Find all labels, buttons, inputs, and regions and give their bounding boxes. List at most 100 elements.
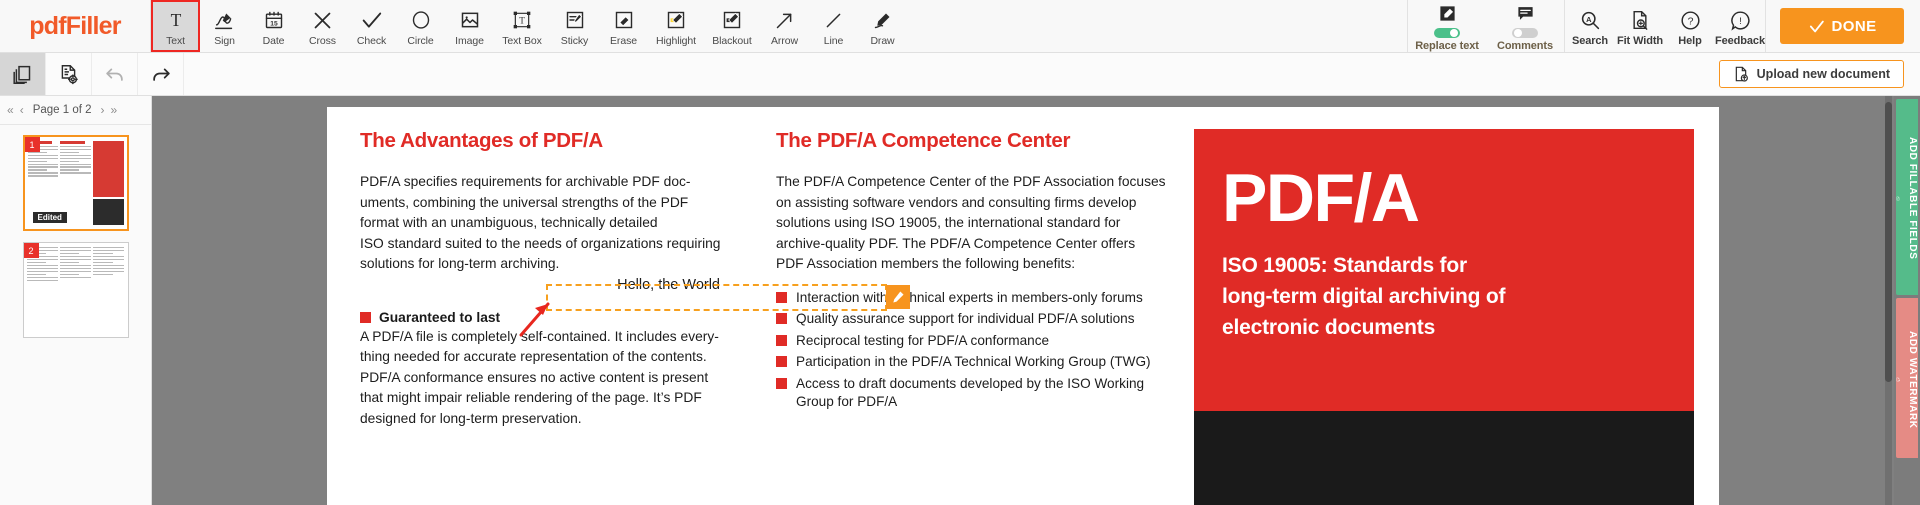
button-fit-width[interactable]: Fit Width (1615, 0, 1665, 52)
top-toolbar: pdfFiller T Text Sign 15 Date Cross Chec… (0, 0, 1920, 53)
bullet-square-icon (776, 377, 787, 389)
tool-label: Check (356, 34, 387, 47)
tool-image[interactable]: Image (445, 0, 494, 52)
tool-cross[interactable]: Cross (298, 0, 347, 52)
red-arrow-annotation (519, 302, 550, 337)
body-line: A PDF/A file is completely self-containe… (360, 328, 719, 344)
page-thumbnail-2[interactable]: 2 (22, 242, 129, 338)
tool-arrow[interactable]: Arrow (760, 0, 809, 52)
draw-icon (872, 8, 893, 33)
done-button[interactable]: DONE (1780, 8, 1904, 44)
tool-text[interactable]: T Text (151, 0, 200, 52)
pencil-icon (893, 291, 904, 303)
document-settings-button[interactable] (46, 53, 92, 95)
feedback-icon: ! (1730, 8, 1751, 33)
list-item: Access to draft documents developed by t… (776, 375, 1176, 411)
tab-label: ADD WATERMARK (1907, 330, 1918, 429)
tool-highlight[interactable]: Highlight (648, 0, 704, 52)
tool-check[interactable]: Check (347, 0, 396, 52)
edit-pencil-button[interactable] (886, 285, 910, 309)
button-feedback[interactable]: ! Feedback (1715, 0, 1765, 52)
button-label: Fit Width (1616, 34, 1664, 47)
annotation-tools: T Text Sign 15 Date Cross Check Circle I… (151, 0, 907, 52)
tab-add-fillable-fields[interactable]: ADD FILLABLE FIELDS (1896, 99, 1918, 295)
svg-text:T: T (519, 15, 525, 25)
replace-text-switch[interactable] (1434, 27, 1460, 38)
fillable-fields-icon (1896, 196, 1900, 201)
benefits-list: Interaction with technical experts in me… (776, 289, 1176, 411)
right-toolbar-group: Replace text Comments A Search Fit Width… (1407, 0, 1920, 52)
list-item-label: Access to draft documents developed by t… (796, 375, 1145, 409)
poster-subtitle-line: electronic documents (1222, 316, 1436, 339)
first-page-button[interactable]: « (7, 104, 14, 116)
tool-label: Date (262, 34, 285, 47)
tool-label: Arrow (771, 34, 798, 47)
pages-icon (13, 65, 31, 84)
middle-column-heading: The PDF/A Competence Center (776, 129, 1071, 152)
doc-settings-icon (61, 64, 78, 84)
done-label: DONE (1831, 17, 1877, 35)
next-page-button[interactable]: › (101, 104, 105, 116)
undo-icon (105, 68, 123, 81)
search-icon: A (1580, 8, 1601, 33)
document-canvas[interactable]: The Advantages of PDF/A PDF/A specifies … (152, 96, 1894, 505)
bullet-square-icon (776, 334, 787, 346)
upload-document-icon (1735, 66, 1748, 82)
comments-switch[interactable] (1512, 27, 1538, 38)
upload-label: Upload new document (1756, 67, 1890, 81)
app-logo[interactable]: pdfFiller (0, 0, 150, 52)
toggle-comments[interactable]: Comments (1486, 0, 1564, 52)
thumbnail-badge: Edited (32, 212, 67, 223)
redo-button[interactable] (138, 53, 184, 95)
button-search[interactable]: A Search (1565, 0, 1615, 52)
bullet-square-icon (776, 313, 787, 325)
page-navigation: « ‹ Page 1 of 2 › » (0, 96, 151, 125)
pages-button[interactable] (0, 53, 46, 95)
toggle-replace-text[interactable]: Replace text (1408, 0, 1486, 52)
tool-label: Image (455, 34, 484, 47)
last-page-button[interactable]: » (111, 104, 118, 116)
tab-add-watermark[interactable]: ADD WATERMARK A (1896, 298, 1918, 458)
erase-icon (614, 8, 634, 33)
button-help[interactable]: ? Help (1665, 0, 1715, 52)
paragraph-line[interactable]: uments, combining the universal strength… (360, 193, 746, 214)
body-line: thing needed for accurate representation… (360, 349, 707, 365)
button-label: Search (1571, 34, 1609, 47)
tool-sticky[interactable]: Sticky (550, 0, 599, 52)
tool-sign[interactable]: Sign (200, 0, 249, 52)
tool-erase[interactable]: Erase (599, 0, 648, 52)
tool-blackout[interactable]: Blackout (704, 0, 760, 52)
svg-text:!: ! (1739, 16, 1742, 27)
tool-label: Erase (610, 34, 637, 47)
button-label: Help (1678, 34, 1702, 47)
canvas-scrollbar[interactable] (1885, 96, 1892, 505)
page-thumbnail-1[interactable]: 1 Edited (22, 135, 129, 231)
tool-label: Sticky (560, 34, 589, 47)
tool-circle[interactable]: Circle (396, 0, 445, 52)
middle-column-paragraph: The PDF/A Competence Center of the PDF A… (776, 172, 1176, 275)
tool-text-box[interactable]: T Text Box (494, 0, 550, 52)
tool-date[interactable]: 15 Date (249, 0, 298, 52)
thumbnail-list: 1 Edited 2 (0, 125, 151, 338)
paragraph-line: The PDF/A Competence Center of the PDF A… (776, 174, 1166, 189)
left-column-subheading: Guaranteed to last (360, 310, 746, 325)
document-column-middle: The PDF/A Competence Center The PDF/A Co… (764, 129, 1194, 505)
watermark-icon: A (1896, 377, 1900, 382)
list-item: Participation in the PDF/A Technical Wor… (776, 353, 1176, 371)
tool-line[interactable]: Line (809, 0, 858, 52)
undo-button[interactable] (92, 53, 138, 95)
blackout-icon (722, 8, 742, 33)
tool-draw[interactable]: Draw (858, 0, 907, 52)
arrow-icon (774, 8, 795, 33)
subheading-label: Guaranteed to last (379, 309, 501, 325)
upload-new-document-button[interactable]: Upload new document (1718, 60, 1904, 88)
sticky-icon (565, 8, 585, 33)
poster-photo (1194, 411, 1694, 505)
scrollbar-thumb[interactable] (1885, 102, 1892, 382)
prev-page-button[interactable]: ‹ (20, 104, 24, 116)
page-indicator: Page 1 of 2 (32, 104, 92, 116)
tool-label: Draw (870, 34, 895, 47)
document-page[interactable]: The Advantages of PDF/A PDF/A specifies … (327, 107, 1719, 505)
text-annotation[interactable]: Hello, the World (360, 277, 746, 293)
